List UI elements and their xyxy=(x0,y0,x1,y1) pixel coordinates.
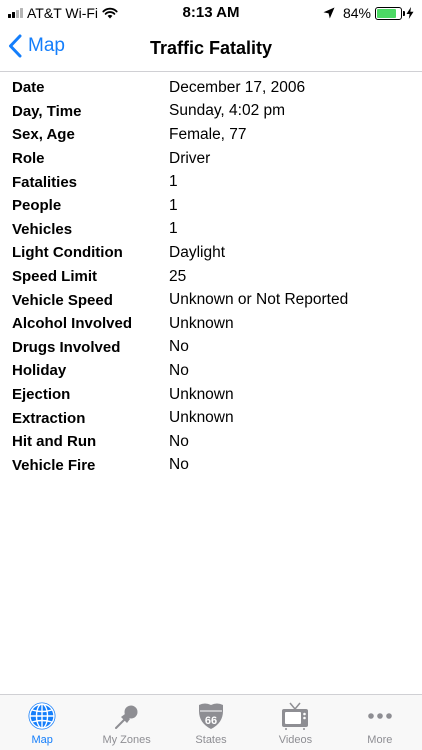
detail-row-role: Role Driver xyxy=(0,147,422,171)
detail-row-extraction: Extraction Unknown xyxy=(0,406,422,430)
detail-value: No xyxy=(169,338,189,356)
detail-label: Day, Time xyxy=(12,102,82,120)
detail-value: No xyxy=(169,432,189,450)
detail-label: Alcohol Involved xyxy=(12,315,133,333)
status-bar-right: 84% xyxy=(323,5,414,21)
svg-text:66: 66 xyxy=(205,715,217,727)
detail-value: Unknown xyxy=(169,409,234,427)
more-dots-icon xyxy=(368,713,392,719)
tab-my-zones[interactable]: My Zones xyxy=(84,695,168,750)
pushpin-icon xyxy=(114,705,138,729)
detail-label: Speed Limit xyxy=(12,268,98,286)
detail-label: People xyxy=(12,197,62,215)
battery-level-fill xyxy=(377,8,397,18)
tab-more[interactable]: More xyxy=(338,695,422,750)
detail-value: Unknown xyxy=(169,314,234,332)
detail-label: Role xyxy=(12,150,45,168)
detail-row-vehicle-fire: Vehicle Fire No xyxy=(0,454,422,478)
status-bar: AT&T Wi-Fi 8:13 AM 84% xyxy=(0,0,422,26)
charging-bolt-icon xyxy=(406,7,414,19)
detail-row-date: Date December 17, 2006 xyxy=(0,76,422,100)
tab-label: States xyxy=(195,734,227,746)
detail-label: Sex, Age xyxy=(12,126,75,144)
location-arrow-icon xyxy=(323,7,335,19)
detail-row-holiday: Holiday No xyxy=(0,359,422,383)
detail-label: Drugs Involved xyxy=(12,338,121,356)
detail-row-ejection: Ejection Unknown xyxy=(0,383,422,407)
tab-label: My Zones xyxy=(102,734,151,746)
page-title: Traffic Fatality xyxy=(149,38,273,58)
detail-label: Date xyxy=(12,79,45,97)
tab-label: Videos xyxy=(278,734,313,746)
detail-row-vehicles: Vehicles 1 xyxy=(0,218,422,242)
detail-value: 25 xyxy=(169,267,187,285)
detail-value: No xyxy=(169,456,189,474)
tab-label: Map xyxy=(31,734,53,746)
battery-percent: 84% xyxy=(342,5,371,21)
detail-value: Female, 77 xyxy=(169,125,247,143)
battery-icon xyxy=(375,6,405,20)
detail-value: Unknown or Not Reported xyxy=(169,291,349,309)
detail-value: Driver xyxy=(169,149,211,167)
detail-row-people: People 1 xyxy=(0,194,422,218)
detail-label: Extraction xyxy=(12,409,86,427)
detail-label: Fatalities xyxy=(12,173,78,191)
detail-value: December 17, 2006 xyxy=(169,78,306,96)
detail-row-day-time: Day, Time Sunday, 4:02 pm xyxy=(0,100,422,124)
detail-row-hit-and-run: Hit and Run No xyxy=(0,430,422,454)
detail-value: 1 xyxy=(169,196,178,214)
detail-value: No xyxy=(169,361,189,379)
tab-states[interactable]: 66 States xyxy=(169,695,253,750)
detail-row-sex-age: Sex, Age Female, 77 xyxy=(0,123,422,147)
detail-value: Daylight xyxy=(169,243,225,261)
detail-label: Ejection xyxy=(12,386,71,404)
detail-row-speed-limit: Speed Limit 25 xyxy=(0,265,422,289)
fatality-details-list: Date December 17, 2006 Day, Time Sunday, 4… xyxy=(0,76,422,477)
route-66-shield-icon: 66 xyxy=(199,703,224,729)
tab-label: More xyxy=(367,734,393,746)
detail-label: Holiday xyxy=(12,362,67,380)
detail-value: 1 xyxy=(169,220,178,238)
detail-row-alcohol-involved: Alcohol Involved Unknown xyxy=(0,312,422,336)
detail-row-light-condition: Light Condition Daylight xyxy=(0,241,422,265)
detail-label: Vehicle Fire xyxy=(12,456,96,474)
detail-row-fatalities: Fatalities 1 xyxy=(0,170,422,194)
tab-videos[interactable]: Videos xyxy=(253,695,337,750)
tv-icon xyxy=(282,702,309,730)
tab-map[interactable]: Map xyxy=(0,695,84,750)
detail-value: Unknown xyxy=(169,385,234,403)
detail-label: Hit and Run xyxy=(12,433,97,451)
tab-bar: Map My Zones 66 States Videos More xyxy=(0,694,422,750)
detail-value: Sunday, 4:02 pm xyxy=(169,102,286,120)
detail-label: Light Condition xyxy=(12,244,123,262)
globe-icon xyxy=(28,702,56,730)
detail-row-vehicle-speed: Vehicle Speed Unknown or Not Reported xyxy=(0,288,422,312)
navigation-bar: Map Traffic Fatality xyxy=(0,26,422,72)
detail-label: Vehicle Speed xyxy=(12,291,113,309)
detail-value: 1 xyxy=(169,173,178,191)
detail-label: Vehicles xyxy=(12,220,73,238)
detail-row-drugs-involved: Drugs Involved No xyxy=(0,336,422,360)
